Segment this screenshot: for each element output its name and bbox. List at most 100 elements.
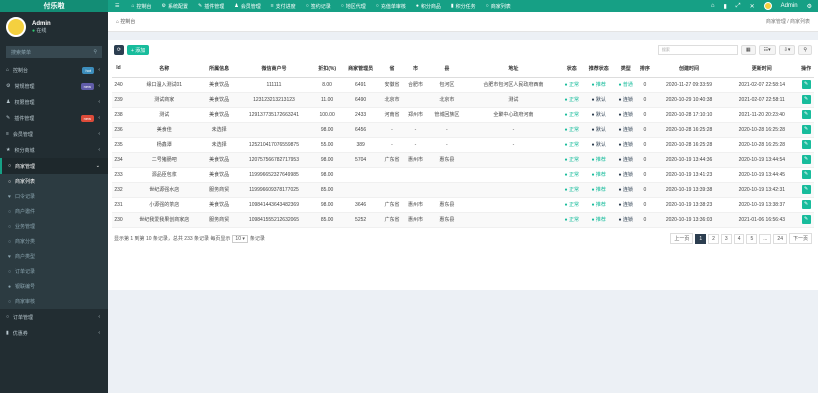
column-header[interactable]: 创建时间 — [652, 60, 726, 78]
sidebar-subitem[interactable]: ● 银联编号 — [0, 279, 108, 294]
sidebar-item[interactable]: ≡ 会员管理 ‹ — [0, 126, 108, 142]
sidebar-item[interactable]: ★ 积分商城 ‹ — [0, 142, 108, 158]
sidebar-subitem[interactable]: ○ 商家分类 — [0, 234, 108, 249]
advanced-search-icon[interactable]: ⚲ — [798, 45, 812, 55]
app-logo[interactable]: 付乐啦 — [0, 0, 108, 12]
column-header[interactable]: 状态 — [560, 60, 584, 78]
edit-icon[interactable]: ✎ — [801, 200, 811, 209]
sidebar-item[interactable]: ○ 订单管理 ‹ — [0, 309, 108, 325]
sidebar-subitem[interactable]: ○ 商家审核 — [0, 294, 108, 309]
page-button[interactable]: 5 — [746, 233, 758, 244]
home-icon[interactable]: ⌂ — [711, 3, 715, 9]
topnav-item[interactable]: ○ 地区代理 — [336, 0, 371, 12]
sidebar-item-label: 插件管理 — [14, 115, 35, 122]
column-header[interactable]: 推荐状态 — [583, 60, 615, 78]
column-header[interactable]: 名称 — [125, 60, 204, 78]
topnav-item[interactable]: ○ 充值单审核 — [371, 0, 411, 12]
topnav-item[interactable]: ○ 商家列表 — [481, 0, 516, 12]
table-row[interactable]: 231 小源强的茶店 美食饮品 109841443643482369 98.00 3646… — [112, 197, 814, 213]
topnav-item[interactable]: ○ 签约记录 — [301, 0, 336, 12]
page-button[interactable]: 上一页 — [670, 233, 694, 244]
table-search-input[interactable]: 搜索 — [657, 45, 738, 55]
sidebar-subitem[interactable]: ○ 订单记录 — [0, 264, 108, 279]
topnav-item[interactable]: ♟ 会员管理 — [229, 0, 266, 12]
fullscreen-icon[interactable]: ⤢ — [736, 3, 741, 10]
edit-icon[interactable]: ✎ — [801, 170, 811, 179]
topnav-item[interactable]: ▮ 积分任务 — [446, 0, 481, 12]
page-button[interactable]: 1 — [695, 233, 707, 244]
sidebar-subitem[interactable]: ♥ 商户类型 — [0, 249, 108, 264]
table-row[interactable]: 234 二号猪肠吧 美食饮品 120757566782717953 98.00 5704 广… — [112, 152, 814, 168]
topnav-item[interactable]: ⚙ 系统配置 — [157, 0, 194, 12]
column-header[interactable]: 所属信息 — [203, 60, 235, 78]
table-row[interactable]: 235 杨鑫潭 未选择 125210417076559875 55.00 389 - - - - ●… — [112, 137, 814, 153]
table-row[interactable]: 230 世纪我爱我果创商家店 服务商贸 109841555212632065 85.00… — [112, 212, 814, 228]
table-row[interactable]: 240 缘口温入测试01 美食饮品 111111 8.00 6491 安徽省 合肥市 包河区 合肥… — [112, 77, 814, 93]
page-size-select[interactable]: 10 ▾ — [232, 234, 248, 243]
cell-text: 测试 — [508, 97, 519, 103]
page-button[interactable]: 下一页 — [788, 233, 812, 244]
edit-icon[interactable]: ✎ — [801, 185, 811, 194]
top-username[interactable]: Admin — [781, 3, 798, 9]
table-row[interactable]: 236 美食佳 未选择 98.00 6456 - - - - ● 正常 ● 默认 ● 连锁 0 2020-… — [112, 122, 814, 138]
page-button[interactable]: 24 — [773, 233, 787, 244]
column-header[interactable]: 县 — [427, 60, 467, 78]
topnav-item[interactable]: ☰ — [110, 0, 126, 12]
sidebar-item[interactable]: ✎ 插件管理 new ‹ — [0, 110, 108, 126]
sidebar-subitem[interactable]: ○ 业务管理 — [0, 219, 108, 234]
column-header[interactable]: 微信商户号 — [234, 60, 314, 78]
column-header[interactable]: Id — [112, 60, 126, 78]
column-header[interactable]: 商家管理员 — [341, 60, 381, 78]
close-icon[interactable]: ✕ — [750, 3, 755, 10]
table-row[interactable]: 238 测试 美食饮品 129137735172663241 100.00 2433 河南省… — [112, 107, 814, 123]
page-button[interactable]: 3 — [720, 233, 732, 244]
edit-icon[interactable]: ✎ — [801, 140, 811, 149]
topnav-item[interactable]: ⌂ 控制台 — [126, 0, 156, 12]
sidebar-item[interactable]: ○ 商家管理 ⌄ — [0, 158, 108, 174]
sidebar-subitem[interactable]: ○ 商户邀件 — [0, 204, 108, 219]
sidebar-item[interactable]: ▮ 优惠券 ‹ — [0, 325, 108, 341]
search-icon[interactable]: ⚲ — [93, 49, 97, 55]
breadcrumb-home[interactable]: ⌂ 控制台 — [116, 18, 135, 25]
table-row[interactable]: 232 世纪源强水店 服务商贸 119996609378177025 85.00 ● 正常… — [112, 182, 814, 198]
sidebar-subitem[interactable]: ○ 商家列表 — [0, 174, 108, 189]
edit-icon[interactable]: ✎ — [801, 80, 811, 89]
edit-icon[interactable]: ✎ — [801, 215, 811, 224]
refresh-button[interactable]: ⟳ — [114, 45, 124, 55]
sidebar-search-input[interactable]: 搜索菜单 ⚲ — [6, 46, 102, 58]
column-header[interactable]: 排序 — [637, 60, 653, 78]
page-button[interactable]: 2 — [708, 233, 719, 244]
columns-dropdown-icon[interactable]: ☷▾ — [758, 45, 776, 55]
column-header[interactable]: 省 — [380, 60, 404, 78]
gear-icon[interactable]: ⚙ — [807, 3, 812, 10]
edit-icon[interactable]: ✎ — [801, 125, 811, 134]
export-dropdown-icon[interactable]: ⇩▾ — [778, 45, 796, 55]
column-header[interactable]: 市 — [403, 60, 428, 78]
column-header[interactable]: 类型 — [614, 60, 637, 78]
page-button[interactable]: 4 — [733, 233, 745, 244]
topnav-item[interactable]: ≡ 支付进度 — [266, 0, 301, 12]
sidebar-subitem[interactable]: ♥ 口令记录 — [0, 189, 108, 204]
column-header[interactable]: 地址 — [466, 60, 561, 78]
column-header[interactable]: 折扣(%) — [313, 60, 342, 78]
sidebar-item[interactable]: ⌂ 控制台 hot ‹ — [0, 62, 108, 78]
sidebar-item[interactable]: ⚙ 常规管理 new ‹ — [0, 78, 108, 94]
add-button[interactable]: + 添加 — [127, 45, 150, 55]
table-row[interactable]: 233 源品臣包浆 美食饮品 119996652327649985 98.00 ● 正常 ●… — [112, 167, 814, 183]
edit-icon[interactable]: ✎ — [801, 110, 811, 119]
notification-icon[interactable]: ▮ — [723, 3, 726, 10]
table-cell: 5252 — [341, 212, 381, 228]
column-header[interactable]: 操作 — [798, 60, 814, 78]
edit-icon[interactable]: ✎ — [801, 95, 811, 104]
page-button[interactable]: ... — [759, 233, 772, 244]
topnav-item[interactable]: ✎ 插件管理 — [193, 0, 229, 12]
sidebar-item[interactable]: ♟ 权限管理 ‹ — [0, 94, 108, 110]
table-cell: ● 正常 — [560, 107, 584, 123]
column-header[interactable]: 更新时间 — [725, 60, 799, 78]
avatar[interactable] — [763, 2, 772, 10]
grid-view-icon[interactable]: ▦ — [740, 45, 756, 55]
table-row[interactable]: 239 测试商家 美食饮品 123123213213123 11.00 6490 北京市 北京… — [112, 92, 814, 108]
edit-icon[interactable]: ✎ — [801, 155, 811, 164]
table-cell: 二号猪肠吧 — [125, 152, 204, 168]
topnav-item[interactable]: ● 积分商品 — [411, 0, 446, 12]
